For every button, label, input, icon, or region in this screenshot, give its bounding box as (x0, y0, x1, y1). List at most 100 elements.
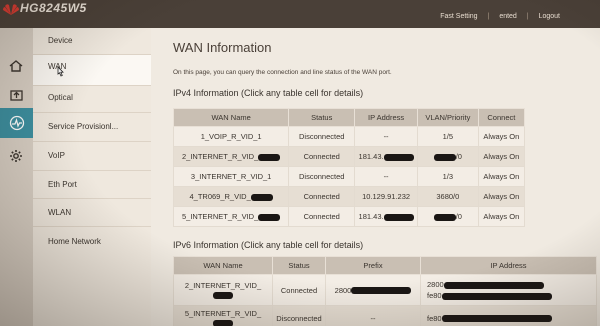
menu-item-eth-port[interactable]: Eth Port (48, 180, 77, 189)
ipv6-table: WAN Name Status Prefix IP Address 2_INTE… (173, 256, 597, 326)
upload-icon[interactable] (5, 84, 27, 104)
ip-text: 2800 (427, 280, 444, 289)
menu-item-device[interactable]: Device (48, 36, 72, 45)
wan-name-text: 2_INTERNET_R_VID_ (184, 281, 262, 290)
wan-name-cell[interactable]: 5_INTERNET_R_VID_ (173, 305, 273, 326)
router-screen: HG8245W5 Fast Setting | ented | Logout D… (0, 0, 600, 326)
table-row[interactable]: 4_TR069_R_VID_ Connected 10.129.91.232 3… (172, 186, 526, 207)
table-row[interactable]: 1_VOIP_R_VID_1 Disconnected -- 1/5 Alway… (172, 126, 526, 147)
column-header: Connect (477, 108, 526, 127)
redaction-mark (441, 292, 552, 300)
vlan-text: /0 (455, 212, 462, 221)
top-bar: HG8245W5 Fast Setting | ented | Logout (0, 0, 600, 28)
prefix-cell[interactable]: -- (325, 305, 421, 326)
table-row[interactable]: 2_INTERNET_R_VID_ Connected 2800 2800 fe… (173, 274, 597, 306)
gear-icon[interactable] (5, 146, 27, 166)
table-row[interactable]: 2_INTERNET_R_VID_ Connected 181.43. /0 A… (172, 146, 526, 167)
connect-cell[interactable]: Always On (477, 146, 526, 167)
vlan-cell[interactable]: 1/5 (417, 126, 479, 147)
ipv4-table: WAN Name Status IP Address VLAN/Priority… (172, 108, 526, 227)
ipv6-heading: IPv6 Information (Click any table cell f… (173, 240, 364, 250)
page-description: On this page, you can query the connecti… (173, 69, 392, 76)
wan-name-text: 4_TR069_R_VID_ (189, 192, 251, 201)
ip-cell[interactable]: -- (354, 126, 418, 147)
ip-cell[interactable]: 2800 fe80 (420, 274, 597, 306)
status-cell[interactable]: Disconnected (272, 305, 326, 326)
wan-name-text: 2_INTERNET_R_VID_ (182, 152, 259, 161)
redaction-mark (433, 213, 456, 221)
wan-name-cell[interactable]: 3_INTERNET_R_VID_1 (172, 166, 290, 187)
connect-cell[interactable]: Always On (477, 166, 526, 187)
status-cell[interactable]: Connected (288, 146, 356, 167)
ip-line: fe80 (427, 291, 595, 300)
menu-item-service-provisioning[interactable]: Service Provisionl... (48, 122, 118, 131)
column-header: WAN Name (173, 256, 273, 275)
vlan-cell[interactable]: 3680/0 (417, 186, 479, 207)
prefix-cell[interactable]: 2800 (325, 274, 421, 306)
wan-name-cell[interactable]: 5_INTERNET_R_VID_ (172, 206, 290, 227)
redaction-mark (383, 213, 414, 221)
prefix-text: 2800 (334, 285, 352, 295)
vlan-text: /0 (455, 152, 462, 161)
menu-item-optical[interactable]: Optical (48, 93, 73, 102)
divider (33, 170, 151, 171)
status-cell[interactable]: Disconnected (288, 166, 356, 187)
redaction-mark (433, 153, 456, 161)
table-row[interactable]: 3_INTERNET_R_VID_1 Disconnected -- 1/3 A… (172, 166, 526, 187)
ip-text: 181.43. (358, 212, 384, 221)
menu-item-voip[interactable]: VoIP (48, 151, 65, 160)
logout-link[interactable]: Logout (539, 13, 560, 20)
status-cell[interactable]: Connected (288, 206, 356, 227)
fast-setting-link[interactable]: Fast Setting (440, 13, 477, 20)
ip-text: fe80 (427, 291, 442, 300)
ip-cell[interactable]: 181.43. (354, 206, 418, 227)
huawei-logo-icon (3, 4, 19, 15)
status-cell[interactable]: Connected (272, 274, 326, 306)
model-name: HG8245W5 (20, 1, 87, 15)
wan-name-cell[interactable]: 2_INTERNET_R_VID_ (173, 274, 273, 306)
connect-cell[interactable]: Always On (477, 186, 526, 207)
page-title: WAN Information (173, 40, 272, 55)
divider (33, 54, 151, 55)
connect-cell[interactable]: Always On (477, 206, 526, 227)
status-cell[interactable]: Disconnected (288, 126, 356, 147)
status-cell[interactable]: Connected (288, 186, 356, 207)
menu-item-wlan[interactable]: WLAN (48, 208, 71, 217)
table-row[interactable]: 5_INTERNET_R_VID_ Connected 181.43. /0 A… (172, 206, 526, 227)
column-header: WAN Name (172, 108, 290, 127)
column-header: VLAN/Priority (417, 108, 479, 127)
divider (33, 226, 151, 227)
menu-item-home-network[interactable]: Home Network (48, 237, 101, 246)
redaction-mark (258, 213, 281, 221)
separator: | (487, 13, 490, 20)
ip-text: fe80 (427, 313, 442, 323)
connect-cell[interactable]: Always On (477, 126, 526, 147)
ip-text: 181.43. (358, 152, 384, 161)
vlan-cell[interactable]: /0 (417, 146, 479, 167)
vlan-cell[interactable]: /0 (417, 206, 479, 227)
divider (33, 112, 151, 113)
wan-name-cell[interactable]: 1_VOIP_R_VID_1 (172, 126, 290, 147)
column-header: Status (272, 256, 326, 275)
home-icon[interactable] (5, 56, 27, 76)
redaction-mark (213, 291, 233, 299)
column-header: IP Address (420, 256, 597, 275)
vlan-cell[interactable]: 1/3 (417, 166, 479, 187)
ip-cell[interactable]: fe80 (420, 305, 597, 326)
wan-name-cell[interactable]: 2_INTERNET_R_VID_ (172, 146, 290, 167)
ipv4-heading: IPv4 Information (Click any table cell f… (173, 88, 364, 98)
redaction-mark (213, 319, 233, 326)
divider (33, 141, 151, 142)
ip-cell[interactable]: 10.129.91.232 (354, 186, 418, 207)
wan-name-text: 5_INTERNET_R_VID_ (184, 309, 262, 318)
ip-cell[interactable]: -- (354, 166, 418, 187)
icon-sidebar (0, 28, 33, 326)
table-row[interactable]: 5_INTERNET_R_VID_ Disconnected -- fe80 (173, 305, 597, 326)
ip-cell[interactable]: 181.43. (354, 146, 418, 167)
user-link[interactable]: ented (499, 13, 517, 20)
redaction-mark (383, 153, 414, 161)
pulse-icon[interactable] (0, 108, 33, 138)
redaction-mark (443, 281, 544, 289)
wan-name-cell[interactable]: 4_TR069_R_VID_ (172, 186, 290, 207)
redaction-mark (351, 287, 412, 295)
